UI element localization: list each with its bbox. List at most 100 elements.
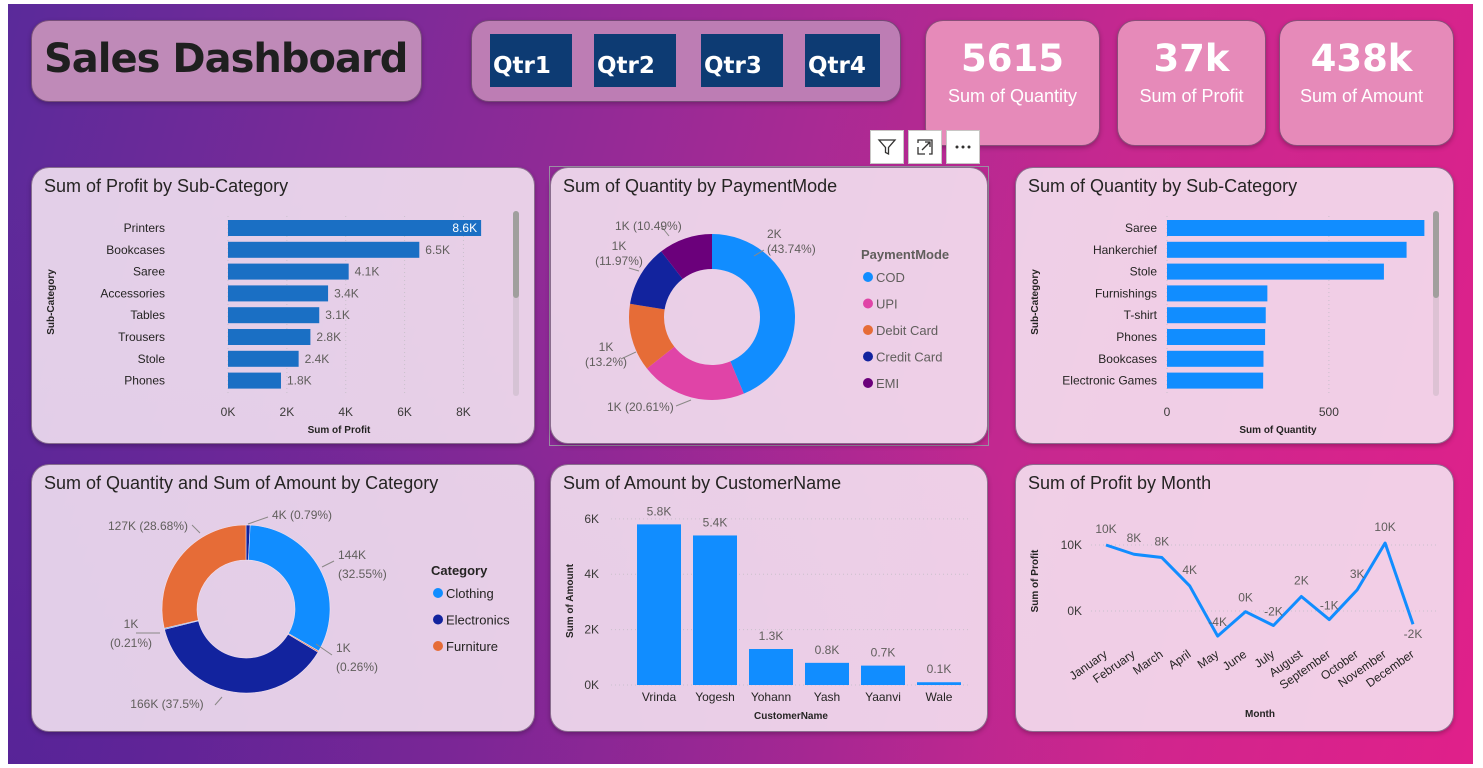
bar bbox=[1167, 372, 1264, 389]
data-label: -2K bbox=[1264, 605, 1283, 619]
data-label: 2.8K bbox=[316, 330, 341, 344]
qtr3-button[interactable]: Qtr3 bbox=[701, 34, 783, 87]
bar bbox=[228, 263, 349, 280]
bar bbox=[1167, 329, 1266, 345]
scrollbar-track bbox=[513, 211, 519, 396]
data-label: 6.5K bbox=[425, 243, 450, 257]
data-label: (0.26%) bbox=[336, 660, 378, 674]
y-category-label: Bookcases bbox=[1098, 352, 1157, 366]
data-label: 2K bbox=[767, 227, 782, 241]
legend-marker bbox=[863, 298, 873, 309]
y-tick-label: 4K bbox=[584, 567, 599, 581]
bar bbox=[805, 662, 849, 685]
data-label: 4K bbox=[1182, 563, 1197, 577]
y-category-label: Phones bbox=[1116, 330, 1157, 344]
bar bbox=[1167, 263, 1384, 280]
bar bbox=[228, 329, 311, 345]
quarter-slicer: Qtr1 Qtr2 Qtr3 Qtr4 bbox=[471, 20, 901, 102]
leader-line bbox=[321, 560, 335, 568]
data-label: 1K bbox=[336, 641, 351, 655]
data-label: 8K bbox=[1127, 531, 1142, 545]
legend-label: UPI bbox=[876, 297, 898, 312]
bar bbox=[917, 682, 961, 685]
qtr1-button[interactable]: Qtr1 bbox=[490, 34, 572, 87]
bar bbox=[693, 535, 737, 685]
x-tick-label: 8K bbox=[456, 405, 471, 419]
data-label: 0.7K bbox=[871, 646, 896, 660]
legend-marker bbox=[863, 272, 873, 282]
profit-by-subcategory-panel[interactable]: Sum of Profit by Sub-Category 0K 2K 4K 6K 8K… bbox=[31, 167, 535, 444]
qtr2-button[interactable]: Qtr2 bbox=[594, 34, 676, 87]
y-category-label: Hankerchief bbox=[1093, 243, 1158, 257]
title-card: Sales Dashboard bbox=[31, 20, 422, 102]
x-category-label: April bbox=[1166, 647, 1194, 672]
data-label: 166K (37.5%) bbox=[130, 697, 203, 711]
page-title: Sales Dashboard bbox=[44, 36, 408, 82]
x-tick-label: 6K bbox=[397, 405, 412, 419]
data-label: (32.55%) bbox=[338, 567, 387, 581]
data-label: 4.1K bbox=[355, 265, 380, 279]
chart-svg: 0K 2K 4K 6K 8K Printers 8.6K Bookcases 6.5K Saree… bbox=[46, 211, 519, 436]
leader-line bbox=[675, 399, 692, 407]
x-category-label: Yohann bbox=[751, 690, 791, 704]
kpi-label: Sum of Profit bbox=[1139, 86, 1244, 106]
y-tick-label: 10K bbox=[1061, 538, 1082, 552]
leader-line bbox=[247, 516, 269, 525]
amount-by-customer-panel[interactable]: Sum of Amount by CustomerName 0K 2K 4K 6K 5.… bbox=[550, 464, 988, 732]
y-category-label: Tables bbox=[130, 308, 165, 322]
x-axis-title: Month bbox=[1245, 709, 1275, 720]
profit-by-month-panel[interactable]: Sum of Profit by Month 0K 10K 10K 8K 8K 4K -4K… bbox=[1015, 464, 1454, 732]
legend-label: Debit Card bbox=[876, 323, 938, 338]
y-axis-title: Sum of Profit bbox=[1030, 549, 1041, 612]
data-label: 3.1K bbox=[325, 308, 350, 322]
x-tick-label: 0K bbox=[221, 405, 236, 419]
x-category-label: May bbox=[1195, 647, 1222, 671]
bar bbox=[1167, 285, 1268, 302]
x-tick-label: 4K bbox=[338, 405, 353, 419]
data-label: 144K bbox=[338, 548, 366, 562]
quantity-by-subcategory-panel[interactable]: Sum of Quantity by Sub-Category 0 500 Sare… bbox=[1015, 167, 1454, 444]
x-category-label: Wale bbox=[926, 690, 953, 704]
bar bbox=[228, 241, 420, 258]
y-category-label: Stole bbox=[1130, 265, 1158, 279]
bar bbox=[637, 524, 681, 685]
data-label: 1.3K bbox=[759, 629, 784, 643]
x-tick-label: 0 bbox=[1164, 405, 1171, 419]
data-label: 0.1K bbox=[927, 662, 952, 676]
kpi-value: 438k bbox=[1310, 37, 1413, 80]
data-label: 1K (10.49%) bbox=[615, 219, 682, 233]
y-category-label: Accessories bbox=[100, 286, 165, 300]
data-label: (0.21%) bbox=[110, 636, 152, 650]
quantity-by-paymentmode-panel[interactable]: Sum of Quantity by PaymentMode 2K (43.74%… bbox=[550, 167, 988, 444]
y-category-label: T-shirt bbox=[1124, 308, 1158, 322]
x-axis-title: Sum of Quantity bbox=[1239, 425, 1317, 436]
legend-label: COD bbox=[876, 270, 905, 285]
y-axis-title: Sub-Category bbox=[1030, 269, 1041, 335]
legend-label: EMI bbox=[876, 376, 899, 391]
data-label: 2K bbox=[1294, 573, 1309, 587]
data-label: 1K bbox=[612, 239, 627, 253]
kpi-value: 37k bbox=[1153, 37, 1230, 80]
data-label: -2K bbox=[1404, 627, 1423, 641]
data-label: 0K bbox=[1238, 591, 1253, 605]
data-label: 1K bbox=[124, 617, 139, 631]
data-label: 2.4K bbox=[305, 352, 330, 366]
data-label: 5.8K bbox=[647, 504, 672, 518]
y-category-label: Printers bbox=[124, 221, 165, 235]
bar bbox=[749, 649, 793, 685]
data-label: 1K bbox=[599, 340, 614, 354]
category-donut-panel[interactable]: Sum of Quantity and Sum of Amount by Cat… bbox=[31, 464, 535, 732]
more-options-icon[interactable] bbox=[946, 130, 980, 164]
x-axis-title: CustomerName bbox=[754, 711, 828, 722]
scrollbar-thumb bbox=[1433, 211, 1439, 298]
y-category-label: Phones bbox=[124, 374, 165, 388]
chart-svg: 0 500 Saree Hankerchief Stole Furnishings T-sh… bbox=[1030, 211, 1439, 436]
focus-mode-icon[interactable] bbox=[908, 130, 942, 164]
qtr4-button[interactable]: Qtr4 bbox=[805, 34, 880, 87]
legend-label: Credit Card bbox=[876, 350, 942, 365]
filter-icon[interactable] bbox=[870, 130, 904, 164]
data-label: 4K (0.79%) bbox=[272, 508, 332, 522]
x-tick-label: 2K bbox=[280, 405, 295, 419]
data-label: (43.74%) bbox=[767, 242, 816, 256]
data-label: -1K bbox=[1320, 599, 1339, 613]
